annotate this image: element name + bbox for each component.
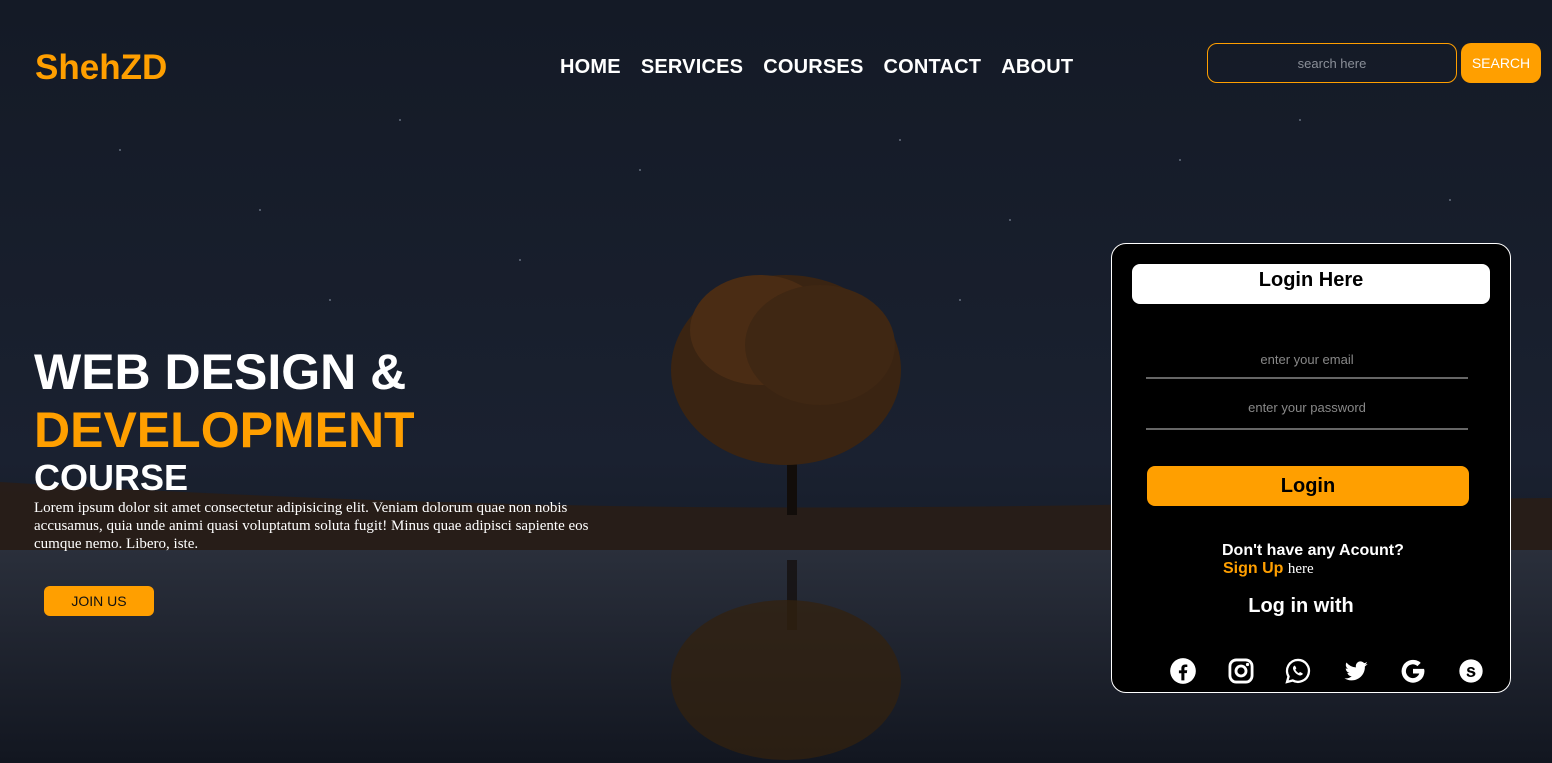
signup-line: Sign Up here [1223, 560, 1314, 578]
search-button[interactable]: SEARCH [1461, 43, 1541, 83]
hero-title-line1: WEB DESIGN & [34, 344, 407, 400]
hero-title-line2: DEVELOPMENT [34, 402, 415, 458]
nav-about[interactable]: ABOUT [1001, 56, 1073, 79]
nav-home[interactable]: HOME [560, 56, 621, 79]
signup-suffix: here [1287, 561, 1314, 577]
signup-link[interactable]: Sign Up [1223, 560, 1283, 577]
search-input[interactable] [1207, 43, 1457, 83]
main-nav: HOME SERVICES COURSES CONTACT ABOUT [560, 56, 1093, 79]
hero-section: WEB DESIGN & DEVELOPMENT COURSE Lorem ip… [34, 343, 604, 553]
facebook-icon[interactable] [1168, 656, 1198, 686]
hero-description: Lorem ipsum dolor sit amet consectetur a… [34, 500, 589, 552]
nav-courses[interactable]: COURSES [763, 56, 863, 79]
whatsapp-icon[interactable] [1283, 656, 1313, 686]
login-button[interactable]: Login [1147, 466, 1469, 506]
brand-logo[interactable]: ShehZD [35, 48, 167, 88]
skype-icon[interactable] [1456, 656, 1486, 686]
twitter-icon[interactable] [1341, 656, 1371, 686]
hero-title-line3: COURSE [34, 457, 189, 498]
login-with-label: Log in with [1248, 595, 1354, 617]
login-title: Login Here [1132, 264, 1490, 304]
login-card: Login Here Login Don't have any Acount? … [1111, 243, 1511, 693]
password-field[interactable] [1146, 386, 1468, 430]
nav-services[interactable]: SERVICES [641, 56, 743, 79]
no-account-text: Don't have any Acount? [1222, 542, 1404, 559]
nav-contact[interactable]: CONTACT [884, 56, 982, 79]
join-us-button[interactable]: JOIN US [44, 586, 154, 616]
instagram-icon[interactable] [1226, 656, 1256, 686]
email-field[interactable] [1146, 341, 1468, 379]
social-login-icons [1168, 656, 1513, 686]
google-icon[interactable] [1398, 656, 1428, 686]
